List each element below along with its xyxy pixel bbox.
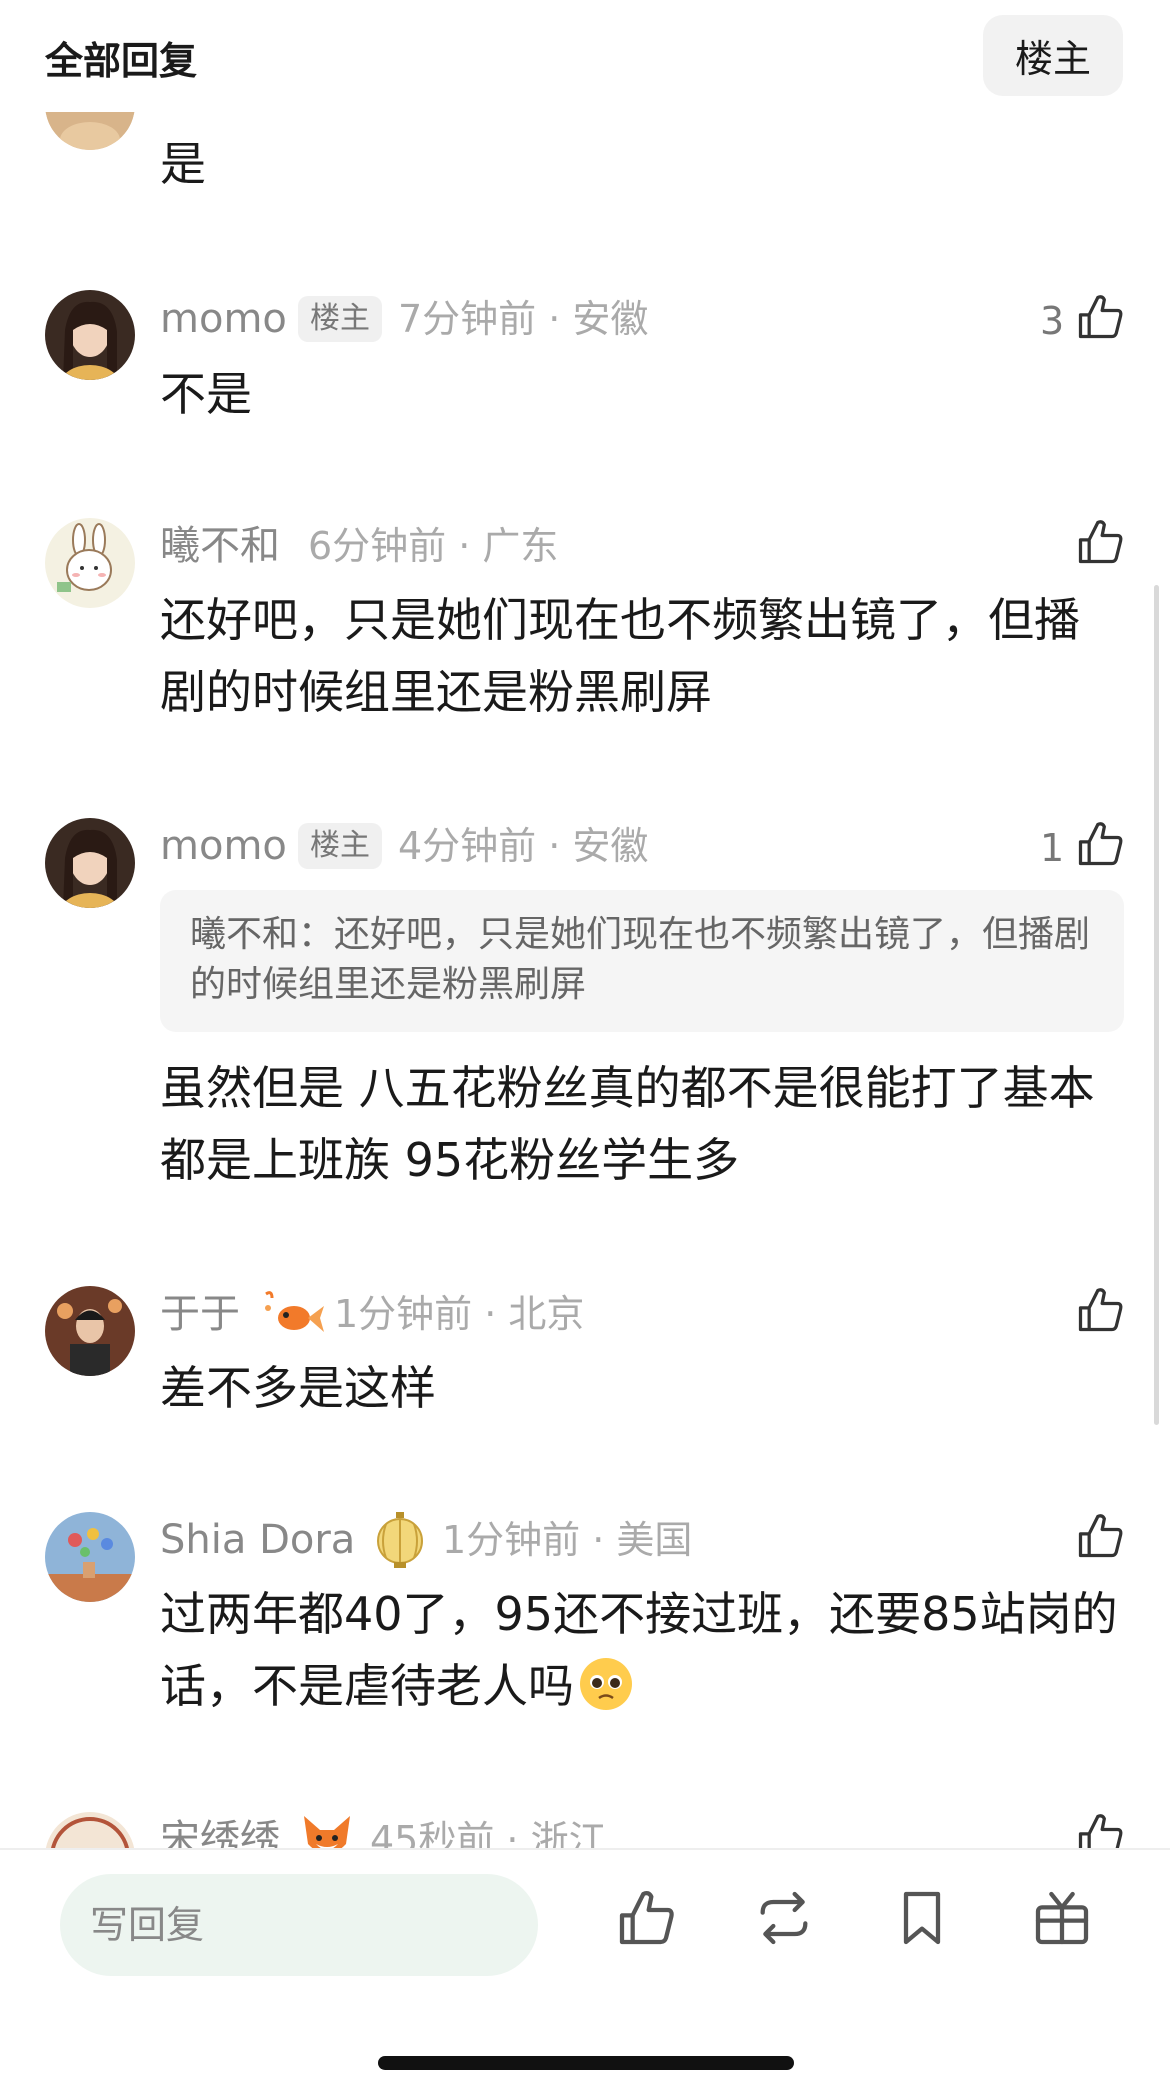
comment-text: 差不多是这样 [160, 1361, 436, 1415]
quoted-reply-text: 曦不和：还好吧，只是她们现在也不频繁出镜了，但播剧的时候组里还是粉黑刷屏 [190, 914, 1091, 1005]
comment-author[interactable]: 于于 [160, 1286, 240, 1342]
comment-author[interactable]: 曦不和 [160, 518, 280, 574]
comment-text: 是 [160, 137, 206, 191]
avatar[interactable] [45, 1286, 135, 1376]
scrollbar[interactable] [1154, 585, 1159, 1425]
avatar[interactable] [45, 1512, 135, 1602]
owner-only-filter-button[interactable]: 楼主 [983, 15, 1123, 96]
goldfish-badge-icon [265, 1291, 324, 1332]
thumbs-up-icon[interactable] [1074, 818, 1126, 870]
repost-icon[interactable] [752, 1886, 816, 1950]
avatar[interactable] [45, 290, 135, 380]
thumbs-up-icon[interactable] [614, 1886, 678, 1950]
comment-meta: 1分钟前 · 北京 [334, 1292, 585, 1336]
thumbs-up-icon[interactable] [1074, 1510, 1126, 1562]
bottom-action-bar [0, 1848, 1170, 2098]
home-indicator [378, 2056, 794, 2070]
bookmark-icon[interactable] [890, 1886, 954, 1950]
reply-input[interactable] [60, 1874, 538, 1976]
thumbs-up-icon[interactable] [1074, 1284, 1126, 1336]
avatar[interactable] [45, 818, 135, 908]
like-count: 3 [1040, 299, 1065, 343]
comment-meta: 6分钟前 · 广东 [308, 524, 559, 568]
comment-author[interactable]: Shia Dora [160, 1512, 355, 1568]
owner-tag: 楼主 [298, 823, 382, 869]
page-title: 全部回复 [45, 39, 198, 83]
lantern-badge-icon [377, 1512, 423, 1568]
comment-meta: 4分钟前 · 安徽 [398, 824, 649, 868]
comment-text: 过两年都40了，95还不接过班，还要85站岗的话，不是虐待老人吗 [160, 1578, 1120, 1722]
gift-icon[interactable] [1030, 1886, 1094, 1950]
avatar[interactable] [45, 518, 135, 608]
comment-text: 还好吧，只是她们现在也不频繁出镜了，但播剧的时候组里还是粉黑刷屏 [160, 593, 1080, 719]
comment-author[interactable]: momo [160, 291, 287, 347]
thumbs-up-icon[interactable] [1074, 516, 1126, 568]
pleading-face-emoji [580, 1658, 632, 1710]
comment-text: 不是 [160, 367, 252, 421]
owner-tag: 楼主 [298, 296, 382, 342]
like-count: 1 [1040, 826, 1065, 870]
comment-text: 虽然但是 八五花粉丝真的都不是很能打了基本都是上班族 95花粉丝学生多 [160, 1061, 1095, 1187]
reply-header: 全部回复 楼主 [0, 0, 1170, 112]
thumbs-up-icon[interactable] [1074, 291, 1126, 343]
comment-author[interactable]: momo [160, 818, 287, 874]
comment-meta: 1分钟前 · 美国 [442, 1518, 693, 1562]
comment-text-body: 过两年都40了，95还不接过班，还要85站岗的话，不是虐待老人吗 [160, 1587, 1118, 1713]
comment-meta: 7分钟前 · 安徽 [398, 297, 649, 341]
quoted-reply[interactable]: 曦不和：还好吧，只是她们现在也不频繁出镜了，但播剧的时候组里还是粉黑刷屏 [160, 890, 1124, 1032]
